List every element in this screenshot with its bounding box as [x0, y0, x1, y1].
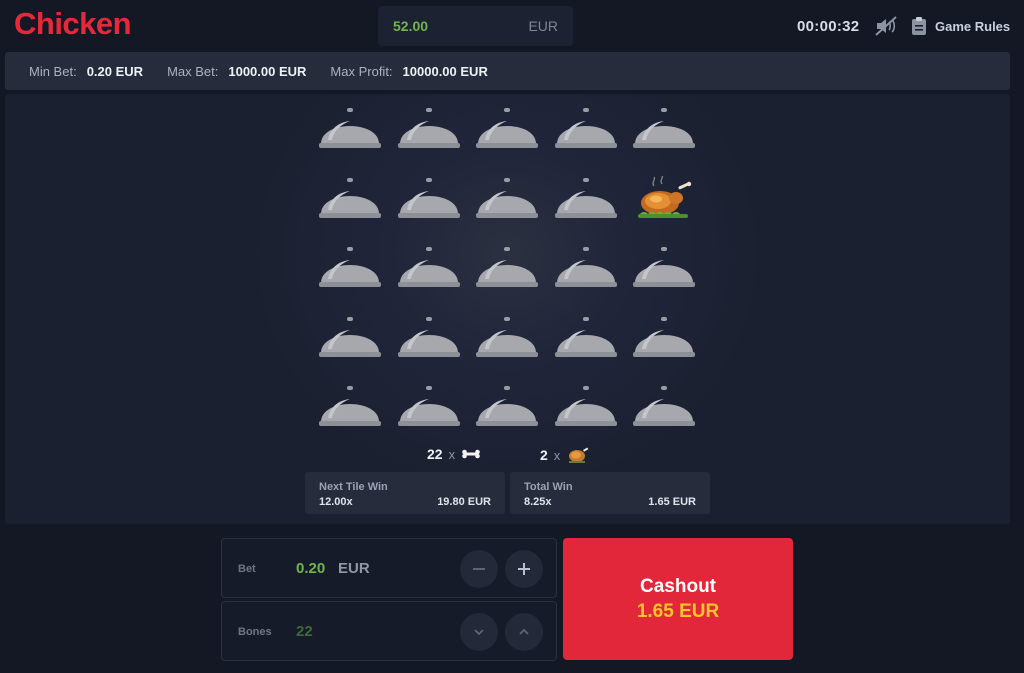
- roast-chicken-icon: [569, 447, 589, 463]
- bet-currency: EUR: [338, 560, 370, 577]
- chevron-down-icon: [474, 629, 484, 636]
- max-bet-value: 1000.00 EUR: [228, 63, 307, 79]
- next-tile-win-box: Next Tile Win 12.00x 19.80 EUR: [305, 472, 505, 514]
- tile-cloche[interactable]: [475, 315, 539, 361]
- tile-cloche[interactable]: [632, 245, 696, 291]
- bones-counter: 22 x: [427, 446, 481, 462]
- tile-cloche[interactable]: [318, 106, 382, 152]
- tile-cloche[interactable]: [632, 315, 696, 361]
- tile-cloche[interactable]: [397, 315, 461, 361]
- next-tile-win-amount: 19.80 EUR: [437, 496, 491, 508]
- tile-cloche[interactable]: [554, 384, 618, 430]
- balance-display: 52.00 EUR: [378, 6, 573, 46]
- tile-cloche[interactable]: [554, 245, 618, 291]
- cashout-label: Cashout: [640, 575, 716, 597]
- minus-icon: [473, 568, 485, 570]
- game-rules-label: Game Rules: [935, 18, 1011, 34]
- cashout-amount: 1.65 EUR: [636, 600, 720, 622]
- bones-count: 22: [427, 446, 443, 462]
- header: Chicken 52.00 EUR 00:00:32 Game Rules: [0, 0, 1024, 52]
- clipboard-icon: [912, 17, 926, 35]
- chicken-counter: 2 x: [540, 446, 590, 464]
- max-bet-label: Max Bet:: [167, 63, 219, 79]
- tile-cloche[interactable]: [318, 384, 382, 430]
- plus-icon: [518, 563, 530, 575]
- sound-off-icon[interactable]: [874, 15, 898, 37]
- total-win-amount: 1.65 EUR: [648, 496, 696, 508]
- chicken-count: 2: [540, 447, 548, 463]
- total-win-multiplier: 8.25x: [524, 496, 552, 508]
- tile-cloche[interactable]: [318, 315, 382, 361]
- tile-cloche[interactable]: [397, 176, 461, 222]
- tile-cloche[interactable]: [318, 176, 382, 222]
- tile-cloche[interactable]: [318, 245, 382, 291]
- min-bet-value: 0.20 EUR: [86, 63, 144, 79]
- bet-label: Bet: [238, 563, 256, 575]
- tile-cloche[interactable]: [475, 176, 539, 222]
- bet-control: Bet 0.20 EUR: [221, 538, 557, 598]
- next-tile-win-multiplier: 12.00x: [319, 496, 353, 508]
- cashout-button[interactable]: Cashout 1.65 EUR: [563, 538, 793, 660]
- game-board-panel: 22 x 2 x Next Tile Win 12.00x 19.80 EUR …: [5, 94, 1010, 524]
- bet-limits-bar: Min Bet: 0.20 EUR Max Bet: 1000.00 EUR M…: [5, 52, 1010, 90]
- tile-cloche[interactable]: [475, 106, 539, 152]
- tile-cloche[interactable]: [554, 176, 618, 222]
- session-timer: 00:00:32: [797, 18, 860, 35]
- min-bet-label: Min Bet:: [29, 63, 77, 79]
- decrease-bet-button[interactable]: [460, 550, 498, 588]
- bone-icon: [462, 449, 480, 459]
- bones-control: Bones 22: [221, 601, 557, 661]
- tile-cloche[interactable]: [475, 384, 539, 430]
- tile-cloche[interactable]: [632, 384, 696, 430]
- total-win-title: Total Win: [524, 481, 573, 493]
- tile-revealed-chicken: [632, 174, 696, 222]
- bones-label: Bones: [238, 626, 272, 638]
- tile-cloche[interactable]: [554, 106, 618, 152]
- tile-cloche[interactable]: [632, 106, 696, 152]
- tile-cloche[interactable]: [397, 106, 461, 152]
- decrease-bones-button[interactable]: [460, 613, 498, 651]
- bones-value[interactable]: 22: [296, 623, 313, 640]
- balance-currency: EUR: [528, 18, 558, 34]
- bones-multiply-sign: x: [448, 446, 456, 462]
- tile-cloche[interactable]: [475, 245, 539, 291]
- tile-cloche[interactable]: [397, 384, 461, 430]
- chicken-multiply-sign: x: [553, 447, 561, 463]
- chevron-up-icon: [519, 628, 529, 635]
- tile-cloche[interactable]: [397, 245, 461, 291]
- balance-amount: 52.00: [393, 18, 429, 34]
- max-profit-value: 10000.00 EUR: [402, 63, 488, 79]
- next-tile-win-title: Next Tile Win: [319, 481, 388, 493]
- increase-bet-button[interactable]: [505, 550, 543, 588]
- tile-cloche[interactable]: [554, 315, 618, 361]
- total-win-box: Total Win 8.25x 1.65 EUR: [510, 472, 710, 514]
- game-logo: Chicken: [14, 6, 132, 41]
- game-rules-button[interactable]: Game Rules: [911, 15, 1010, 37]
- increase-bones-button[interactable]: [505, 613, 543, 651]
- bet-value[interactable]: 0.20: [296, 560, 325, 577]
- max-profit-label: Max Profit:: [330, 63, 393, 79]
